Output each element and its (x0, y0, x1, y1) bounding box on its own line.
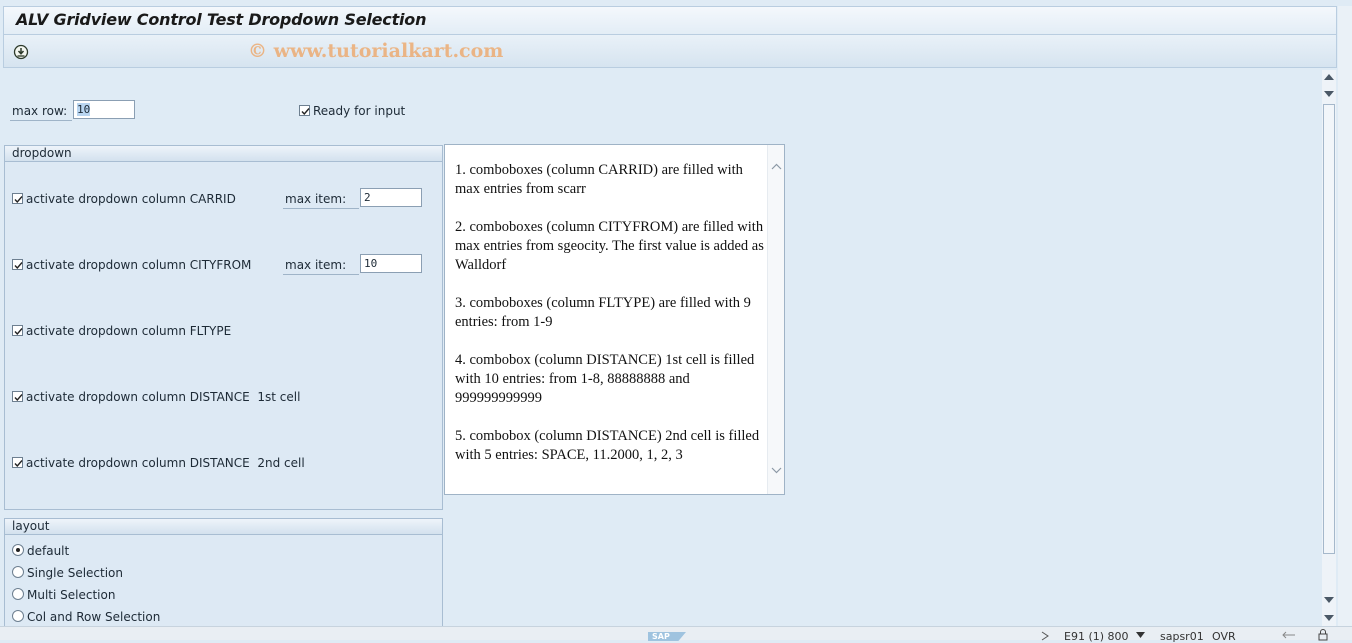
distance-1st-label: activate dropdown column DISTANCE 1st ce… (26, 390, 301, 404)
radio-default-label: default (27, 544, 70, 558)
fltype-checkbox[interactable] (12, 325, 23, 336)
scrollbar-thumb[interactable] (1323, 104, 1335, 554)
system-info: E91 (1) 800 (1064, 630, 1129, 643)
max-row-value: 10 (77, 103, 91, 116)
info-paragraph: 5. combobox (column DISTANCE) 2nd cell i… (455, 428, 760, 463)
application-toolbar: © www.tutorialkart.com (3, 34, 1337, 68)
scroll-bottom-icon[interactable] (1324, 615, 1334, 621)
info-text: 1. comboboxes (column CARRID) are filled… (455, 161, 767, 484)
info-paragraph: 3. comboboxes (column FLTYPE) are filled… (455, 295, 751, 330)
scroll-down-icon[interactable] (1324, 91, 1334, 97)
max-row-underline (10, 120, 72, 121)
distance-1st-checkbox[interactable] (12, 391, 23, 402)
cityfrom-checkbox[interactable] (12, 259, 23, 270)
mode-info: OVR (1212, 630, 1236, 643)
radio-multi-selection-label: Multi Selection (27, 588, 116, 602)
carrid-max-item-input[interactable]: 2 (360, 188, 422, 207)
window-edge (1338, 6, 1352, 626)
chevron-up-icon[interactable] (771, 163, 782, 170)
carrid-checkbox[interactable] (12, 193, 23, 204)
cityfrom-label: activate dropdown column CITYFROM (26, 258, 252, 272)
max-row-input[interactable]: 10 (73, 100, 135, 119)
info-paragraph: 4. combobox (column DISTANCE) 1st cell i… (455, 352, 755, 406)
scroll-down-icon[interactable] (1324, 597, 1334, 603)
lock-icon[interactable] (1316, 629, 1330, 641)
main-scrollbar[interactable] (1322, 70, 1336, 626)
info-paragraph: 1. comboboxes (column CARRID) are filled… (455, 162, 743, 197)
execute-icon[interactable] (12, 43, 30, 61)
dropdown-arrow-icon[interactable] (1136, 632, 1145, 638)
radio-single-selection[interactable] (12, 566, 24, 578)
radio-col-row-selection[interactable] (12, 610, 24, 622)
status-bar: SAP E91 (1) 800 sapsr01 OVR (0, 626, 1352, 643)
distance-2nd-checkbox[interactable] (12, 457, 23, 468)
radio-multi-selection[interactable] (12, 588, 24, 600)
window-title: ALV Gridview Control Test Dropdown Selec… (16, 10, 427, 29)
radio-single-selection-label: Single Selection (27, 566, 124, 580)
carrid-max-item-label: max item: (285, 192, 347, 206)
scroll-up-icon[interactable] (1324, 74, 1334, 80)
ready-for-input-label: Ready for input (313, 104, 406, 118)
info-paragraph: 2. comboboxes (column CITYFROM) are fill… (455, 219, 764, 273)
distance-2nd-label: activate dropdown column DISTANCE 2nd ce… (26, 456, 305, 470)
carrid-max-item-underline (283, 208, 359, 209)
dropdown-group-title: dropdown (5, 146, 442, 162)
user-info: sapsr01 (1160, 630, 1204, 643)
title-bar: ALV Gridview Control Test Dropdown Selec… (3, 6, 1337, 34)
info-textbox[interactable]: 1. comboboxes (column CARRID) are filled… (444, 144, 785, 495)
layout-group-title: layout (5, 519, 442, 535)
cityfrom-max-item-input[interactable]: 10 (360, 254, 422, 273)
arrow-left-icon[interactable] (1282, 630, 1296, 640)
ready-for-input-checkbox[interactable] (299, 105, 310, 116)
fltype-label: activate dropdown column FLTYPE (26, 324, 232, 338)
radio-col-row-selection-label: Col and Row Selection (27, 610, 161, 624)
carrid-label: activate dropdown column CARRID (26, 192, 236, 206)
chevron-down-icon[interactable] (771, 467, 782, 474)
main-content: max row: 10 Ready for input dropdown act… (3, 70, 1322, 626)
cityfrom-max-item-underline (283, 274, 359, 275)
watermark-text: © www.tutorialkart.com (248, 40, 504, 62)
radio-default[interactable] (12, 544, 24, 556)
cityfrom-max-item-label: max item: (285, 258, 347, 272)
info-textbox-scrollbar[interactable] (767, 145, 784, 494)
radio-selected-dot (16, 548, 20, 552)
max-row-label: max row: (12, 104, 68, 118)
